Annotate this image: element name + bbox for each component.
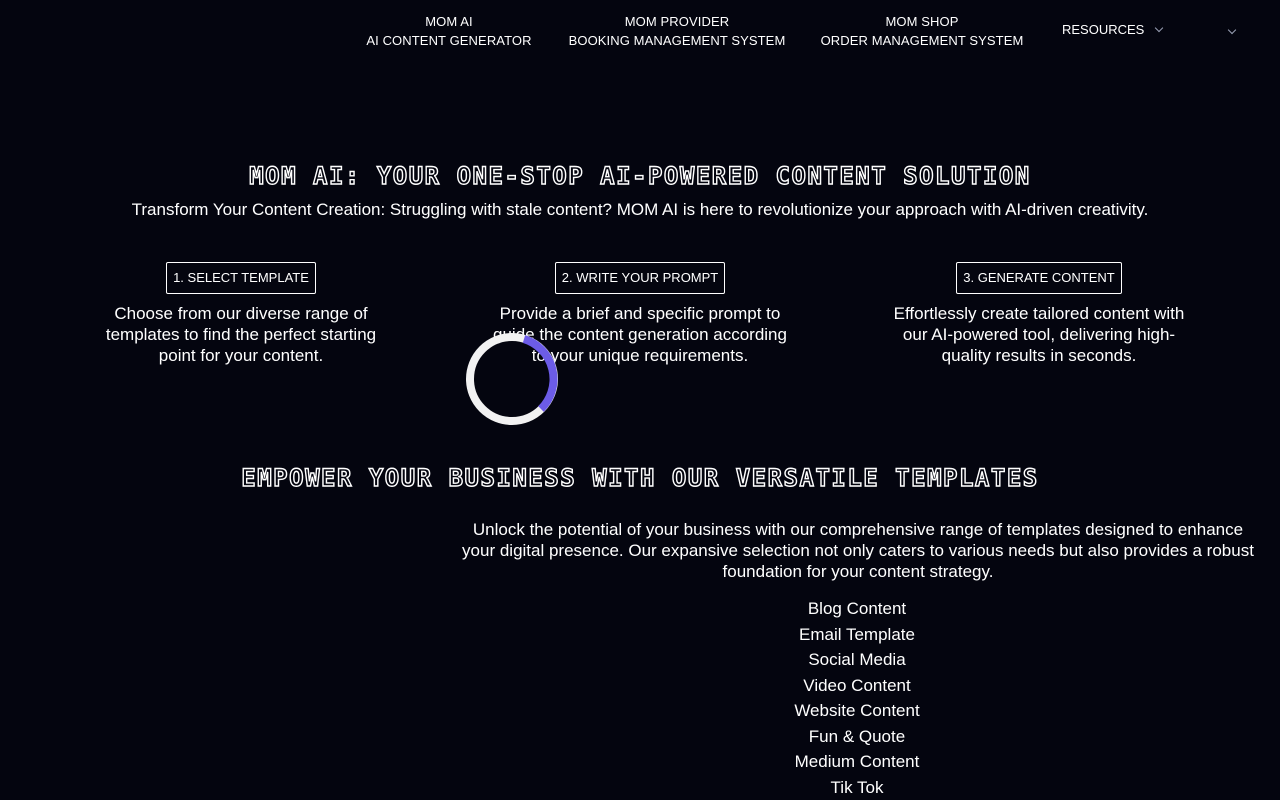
loading-spinner-icon <box>466 333 558 425</box>
nav-item-subtitle: AI CONTENT GENERATOR <box>366 33 532 48</box>
template-item-video-content[interactable]: Video Content <box>757 673 957 699</box>
nav-item-title: MOM SHOP <box>885 14 959 29</box>
spinner-arc <box>522 335 558 412</box>
top-navigation: MOM AI AI CONTENT GENERATOR MOM PROVIDER… <box>0 0 1280 60</box>
template-item-website-content[interactable]: Website Content <box>757 698 957 724</box>
nav-item-mom-ai[interactable]: MOM AI AI CONTENT GENERATOR <box>360 12 538 50</box>
step-select-template: 1. SELECT TEMPLATE Choose from our diver… <box>92 262 390 366</box>
nav-extra-dropdown[interactable] <box>1227 23 1237 41</box>
write-prompt-button[interactable]: 2. WRITE YOUR PROMPT <box>554 262 726 294</box>
template-item-blog-content[interactable]: Blog Content <box>757 596 957 622</box>
templates-intro: Unlock the potential of your business wi… <box>462 520 1254 581</box>
nav-item-mom-provider[interactable]: MOM PROVIDER BOOKING MANAGEMENT SYSTEM <box>562 12 792 50</box>
nav-item-title: MOM AI <box>425 14 473 29</box>
template-list: Blog Content Email Template Social Media… <box>757 596 957 800</box>
template-item-tik-tok[interactable]: Tik Tok <box>757 775 957 800</box>
template-item-email-template[interactable]: Email Template <box>757 622 957 648</box>
page-title: MOM AI: YOUR ONE-STOP AI-POWERED CONTENT… <box>249 161 1031 190</box>
nav-item-subtitle: BOOKING MANAGEMENT SYSTEM <box>568 33 786 48</box>
nav-item-mom-shop[interactable]: MOM SHOP ORDER MANAGEMENT SYSTEM <box>816 12 1028 50</box>
chevron-down-icon <box>1155 23 1164 33</box>
template-item-social-media[interactable]: Social Media <box>757 647 957 673</box>
template-item-fun-quote[interactable]: Fun & Quote <box>757 724 957 750</box>
nav-item-subtitle: ORDER MANAGEMENT SYSTEM <box>820 33 1024 48</box>
step-generate-content: 3. GENERATE CONTENT Effortlessly create … <box>892 262 1186 366</box>
generate-content-button[interactable]: 3. GENERATE CONTENT <box>956 262 1122 294</box>
nav-item-resources[interactable]: RESOURCES <box>1062 21 1164 38</box>
nav-item-title: MOM PROVIDER <box>624 14 730 29</box>
step-description: Effortlessly create tailored content wit… <box>893 304 1185 365</box>
hero-subtitle: Transform Your Content Creation: Struggl… <box>131 200 1149 219</box>
step-description: Choose from our diverse range of templat… <box>105 304 377 365</box>
chevron-down-icon <box>1227 25 1237 35</box>
templates-section-title: EMPOWER YOUR BUSINESS WITH OUR VERSATILE… <box>241 463 1039 492</box>
nav-resources-label: RESOURCES <box>1062 22 1145 37</box>
template-item-medium-content[interactable]: Medium Content <box>757 749 957 775</box>
select-template-button[interactable]: 1. SELECT TEMPLATE <box>166 262 316 294</box>
